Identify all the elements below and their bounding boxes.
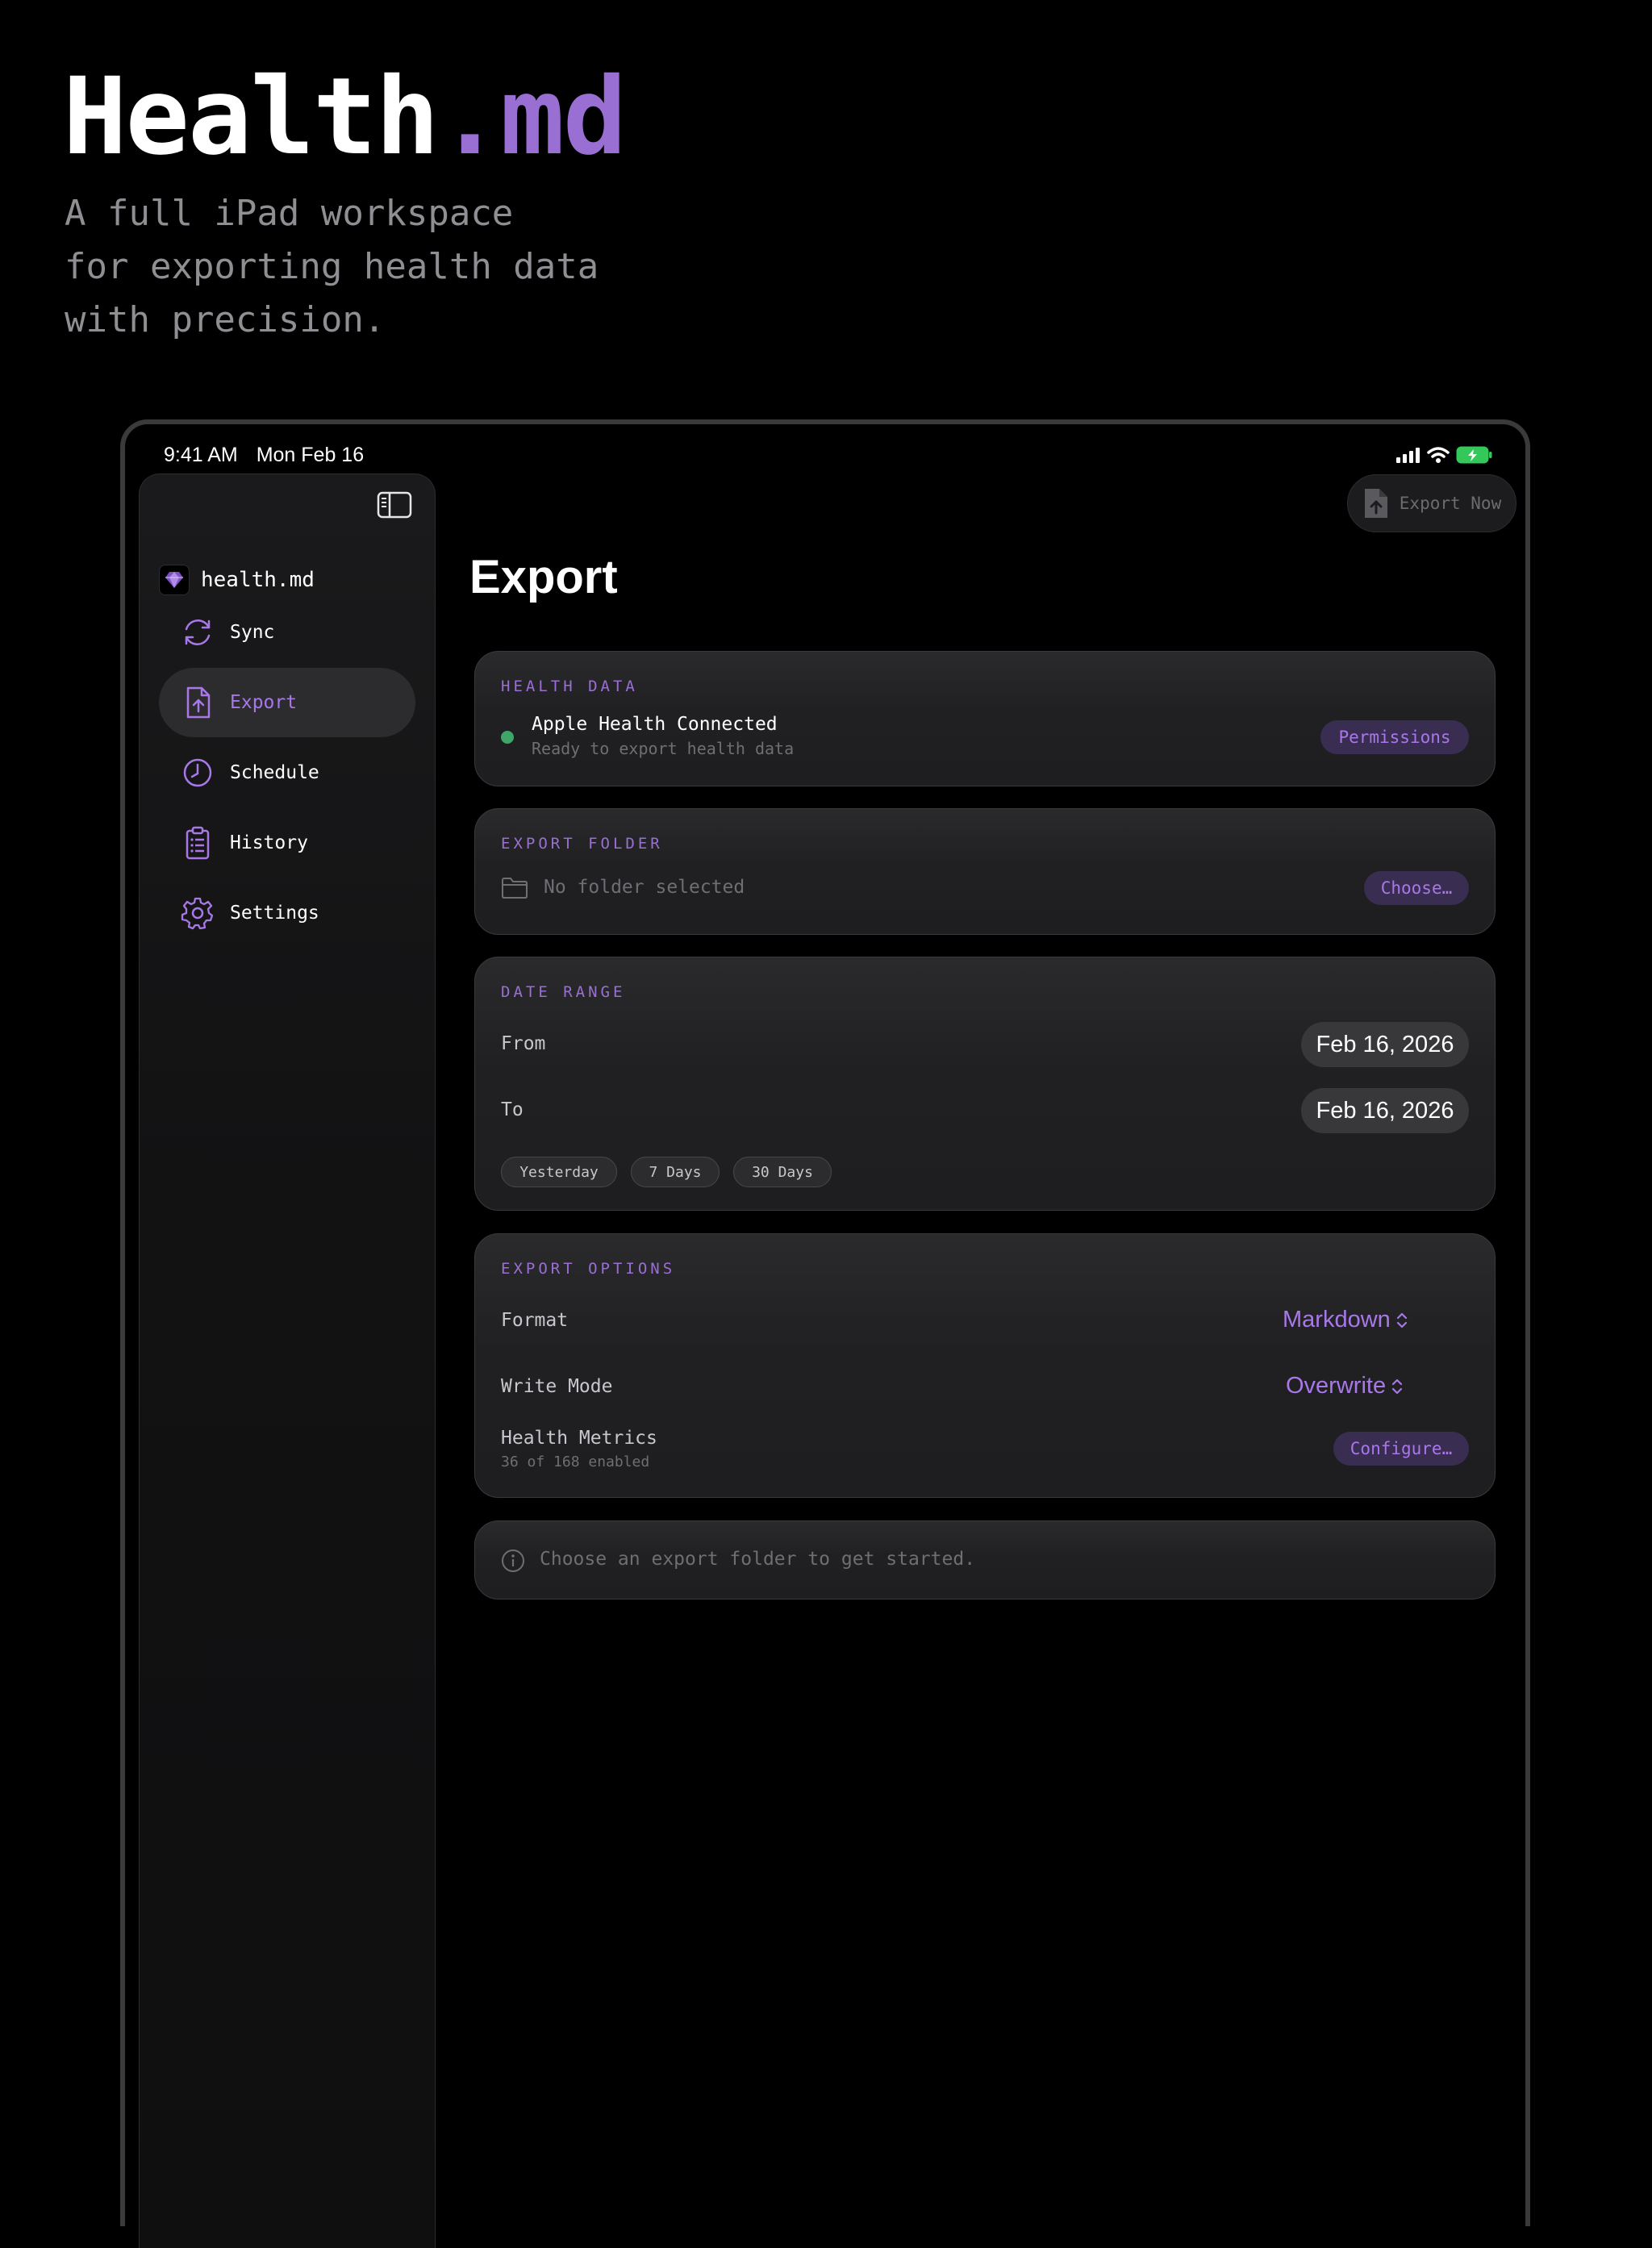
export-options-card: EXPORT OPTIONS Format Markdown Write Mod… xyxy=(474,1233,1496,1498)
status-bar: 9:41 AM Mon Feb 16 xyxy=(164,439,1493,471)
permissions-button[interactable]: Permissions xyxy=(1320,720,1469,754)
sidebar-item-schedule[interactable]: Schedule xyxy=(159,738,415,807)
sidebar-item-label: Schedule xyxy=(230,762,319,783)
chevron-up-down-icon xyxy=(1391,1378,1403,1394)
sidebar-item-settings[interactable]: Settings xyxy=(159,878,415,948)
write-mode-label: Write Mode xyxy=(501,1376,613,1397)
health-data-card: HEALTH DATA Apple Health Connected Ready… xyxy=(474,651,1496,786)
sync-icon xyxy=(185,619,211,645)
app-name: health.md xyxy=(201,568,315,592)
choose-folder-button[interactable]: Choose… xyxy=(1364,871,1469,905)
format-picker[interactable]: Markdown xyxy=(1283,1307,1408,1333)
section-label: DATE RANGE xyxy=(501,983,626,1001)
hero-title: Health.md xyxy=(63,55,627,179)
clipboard-list-icon xyxy=(186,826,210,860)
sidebar-toggle-icon[interactable] xyxy=(377,490,412,519)
status-date: Mon Feb 16 xyxy=(256,443,365,466)
health-status-title: Apple Health Connected xyxy=(532,714,778,735)
hero-title-accent: .md xyxy=(437,55,627,179)
health-metrics-label: Health Metrics xyxy=(501,1428,657,1449)
sidebar-item-label: Sync xyxy=(230,622,275,643)
hero-title-main: Health xyxy=(63,55,440,179)
connected-status-dot xyxy=(501,731,514,744)
health-status-subtitle: Ready to export health data xyxy=(532,739,795,758)
section-label: EXPORT FOLDER xyxy=(501,835,663,853)
health-metrics-count: 36 of 168 enabled xyxy=(501,1453,650,1470)
sidebar: health.md Sync Export Schedule History S… xyxy=(139,473,436,2248)
sidebar-item-sync[interactable]: Sync xyxy=(159,598,415,667)
export-now-label: Export Now xyxy=(1399,494,1502,513)
wifi-icon xyxy=(1427,447,1450,463)
info-message: Choose an export folder to get started. xyxy=(540,1549,976,1570)
page-title: Export xyxy=(469,551,618,603)
folder-placeholder: No folder selected xyxy=(544,877,745,898)
sidebar-item-label: History xyxy=(230,832,308,853)
to-date-picker[interactable]: Feb 16, 2026 xyxy=(1301,1088,1469,1133)
sidebar-item-label: Settings xyxy=(230,903,319,924)
battery-charging-icon xyxy=(1456,446,1492,464)
configure-metrics-button[interactable]: Configure… xyxy=(1333,1432,1469,1466)
section-label: EXPORT OPTIONS xyxy=(501,1260,676,1278)
preset-30-days-button[interactable]: 30 Days xyxy=(733,1157,832,1187)
ipad-frame: 9:41 AM Mon Feb 16 health.md Sync Export… xyxy=(120,419,1530,2248)
from-date-picker[interactable]: Feb 16, 2026 xyxy=(1301,1022,1469,1067)
preset-yesterday-button[interactable]: Yesterday xyxy=(501,1157,617,1187)
export-document-icon xyxy=(186,686,211,719)
sidebar-item-history[interactable]: History xyxy=(159,808,415,878)
format-label: Format xyxy=(501,1310,569,1331)
write-mode-picker[interactable]: Overwrite xyxy=(1286,1373,1404,1399)
chevron-up-down-icon xyxy=(1396,1312,1407,1328)
to-label: To xyxy=(501,1099,524,1120)
date-range-card: DATE RANGE From Feb 16, 2026 To Feb 16, … xyxy=(474,957,1496,1211)
export-document-icon xyxy=(1364,489,1387,518)
app-logo-icon xyxy=(159,565,190,595)
clock-icon xyxy=(183,758,212,787)
write-mode-value: Overwrite xyxy=(1286,1373,1387,1399)
export-folder-card: EXPORT FOLDER No folder selected Choose… xyxy=(474,808,1496,935)
app-brand: health.md xyxy=(159,565,315,595)
gear-icon xyxy=(181,897,214,930)
from-label: From xyxy=(501,1033,546,1054)
status-time: 9:41 AM xyxy=(164,443,238,466)
section-label: HEALTH DATA xyxy=(501,678,638,695)
info-icon xyxy=(502,1549,524,1572)
export-now-button[interactable]: Export Now xyxy=(1347,474,1516,532)
folder-icon xyxy=(502,878,528,899)
sidebar-item-export[interactable]: Export xyxy=(159,668,415,737)
info-card: Choose an export folder to get started. xyxy=(474,1520,1496,1599)
sidebar-item-label: Export xyxy=(230,692,298,713)
preset-7-days-button[interactable]: 7 Days xyxy=(631,1157,720,1187)
hero-subtitle: A full iPad workspace for exporting heal… xyxy=(65,193,599,340)
cellular-signal-icon xyxy=(1396,448,1420,463)
format-value: Markdown xyxy=(1283,1307,1391,1333)
